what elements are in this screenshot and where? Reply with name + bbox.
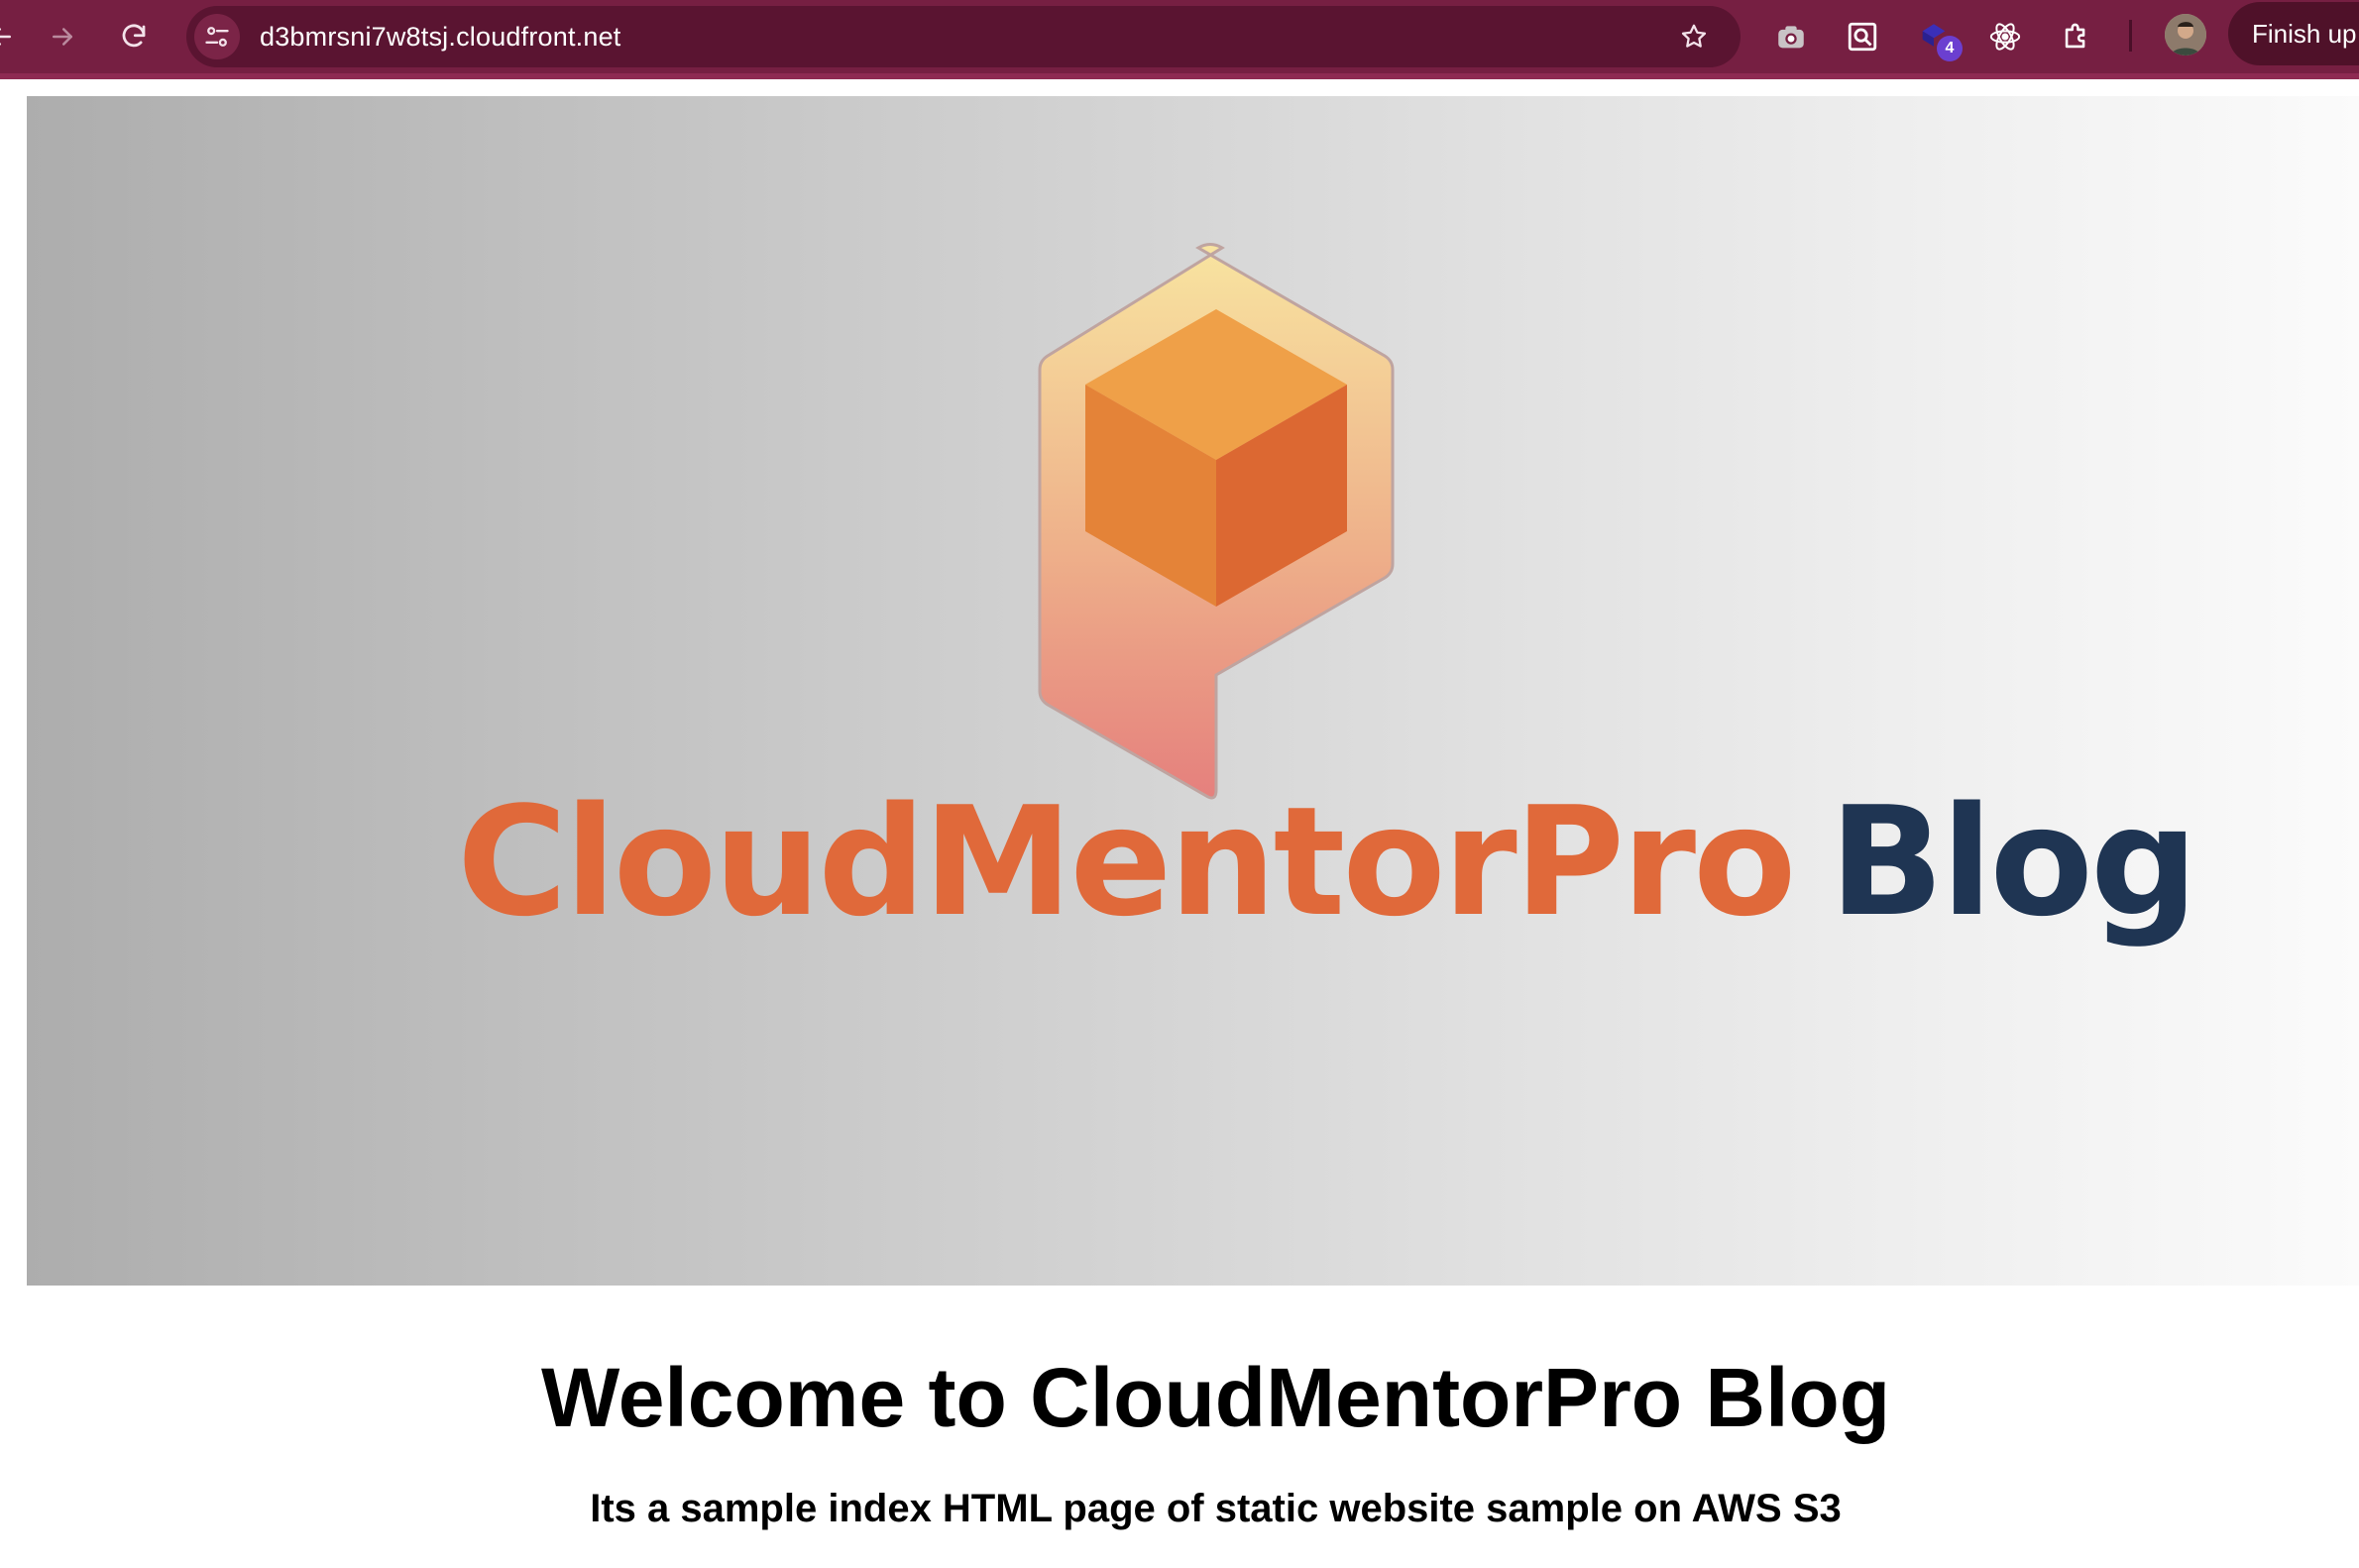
page-subtitle: Its a sample index HTML page of static w…: [590, 1487, 1842, 1530]
address-bar[interactable]: d3bmrsni7w8tsj.cloudfront.net: [186, 6, 1741, 67]
page-title: Welcome to CloudMentorPro Blog: [540, 1351, 1891, 1444]
inspect-icon: [1848, 22, 1877, 52]
react-icon: [1989, 23, 2021, 51]
back-button[interactable]: [0, 14, 24, 59]
toolbar-divider: [2129, 20, 2132, 52]
finish-up-button[interactable]: Finish up: [2228, 2, 2359, 65]
forward-button[interactable]: [40, 14, 85, 59]
extensions-menu-button[interactable]: [2054, 14, 2099, 59]
react-devtools-button[interactable]: [1982, 14, 2028, 59]
site-settings-icon: [205, 27, 229, 47]
logo-text-cloudmentorpro: CloudMentorPro: [457, 774, 1796, 950]
screenshot-extension-button[interactable]: [1768, 14, 1814, 59]
star-icon: [1681, 24, 1707, 48]
camera-icon: [1778, 26, 1804, 49]
forward-arrow-icon: [53, 28, 72, 46]
logo-text-blog: Blog: [1829, 774, 2198, 950]
puzzle-icon: [2065, 23, 2085, 49]
cloudmentorpro-logo-icon: [1038, 243, 1395, 800]
extension-badge-count: 4: [1937, 36, 1963, 61]
reload-icon: [122, 24, 146, 48]
inspect-extension-button[interactable]: [1840, 14, 1885, 59]
logo-wordmark: CloudMentorPro Blog: [457, 787, 2198, 938]
back-arrow-icon: [0, 28, 11, 46]
reload-button[interactable]: [111, 14, 157, 59]
extension-badge-button[interactable]: 4: [1911, 14, 1963, 61]
browser-toolbar: d3bmrsni7w8tsj.cloudfront.net 4 Finish u…: [0, 0, 2359, 79]
bookmark-button[interactable]: [1673, 16, 1715, 57]
avatar[interactable]: [2165, 14, 2206, 56]
site-info-button[interactable]: [194, 14, 240, 59]
profile-photo: [2165, 14, 2206, 56]
hero-banner: CloudMentorPro Blog: [27, 96, 2359, 1286]
web-page: CloudMentorPro Blog Welcome to CloudMento…: [0, 79, 2359, 1568]
url-text[interactable]: d3bmrsni7w8tsj.cloudfront.net: [260, 22, 621, 53]
